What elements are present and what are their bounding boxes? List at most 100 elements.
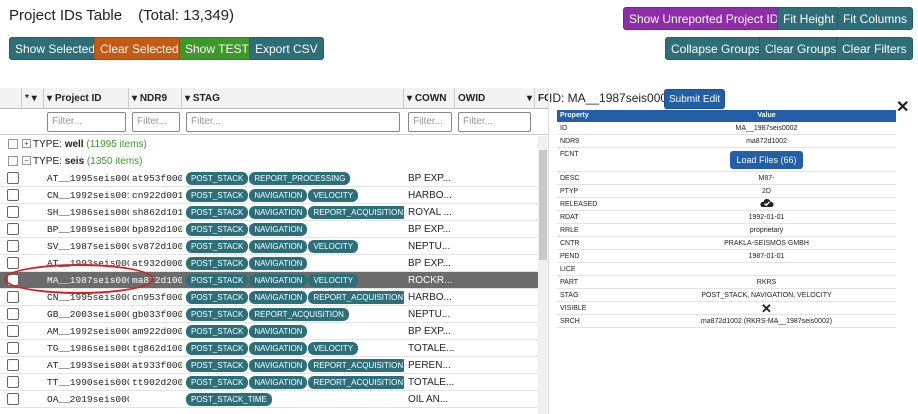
- row-checkbox[interactable]: [7, 172, 19, 184]
- table-row[interactable]: GB__2003seis0001gb033f0001 POST_STACKREPO…: [0, 306, 538, 323]
- export-csv-button[interactable]: Export CSV: [249, 37, 324, 60]
- stag-tag: POST_STACK: [186, 171, 249, 185]
- group-row-well[interactable]: + TYPE: well (11995 items): [0, 136, 538, 153]
- project-id-cell: BP__1989seis0009: [47, 224, 129, 235]
- stag-tag: VELOCITY: [308, 239, 359, 253]
- select-all-header[interactable]: [0, 88, 22, 109]
- owid-header[interactable]: OWID ▾: [455, 88, 535, 109]
- stag-tag: VELOCITY: [308, 273, 359, 287]
- load-files-button[interactable]: Load Files (66): [730, 151, 803, 169]
- table-row[interactable]: SV__1987seis0001sv872d1002 POST_STACKNAVI…: [0, 238, 538, 255]
- expand-icon[interactable]: +: [22, 139, 31, 148]
- group-checkbox[interactable]: [8, 156, 18, 166]
- stag-filter[interactable]: Filter...: [186, 112, 400, 132]
- property-row: PEND 1987-01-01: [557, 250, 896, 263]
- table-row[interactable]: TG__1986seis0001tg862d1001 POST_STACKNAVI…: [0, 340, 538, 357]
- cown-header[interactable]: ▾ COWN: [404, 88, 455, 109]
- row-checkbox[interactable]: [7, 206, 19, 218]
- stag-tag: POST_STACK: [186, 324, 249, 338]
- fc-header[interactable]: FC: [535, 88, 548, 109]
- stag-tag: NAVIGATION: [249, 239, 308, 253]
- clear-filters-button[interactable]: Clear Filters: [836, 37, 913, 60]
- row-checkbox[interactable]: [7, 359, 19, 371]
- group-row-seis[interactable]: − TYPE: seis (1350 items): [0, 153, 538, 170]
- cown-cell: BP EXP...: [408, 224, 451, 235]
- property-value: proprietary: [749, 227, 784, 234]
- property-table: Property Value ID MA__1987seis0002 NDR9 ma8…: [557, 110, 896, 328]
- cloud-check-icon: [759, 198, 773, 207]
- show-test-button[interactable]: Show TEST: [179, 37, 255, 60]
- stag-tag: POST_STACK: [186, 239, 249, 253]
- ndr9-cell: at933f0002: [132, 360, 182, 371]
- stag-tag: POST_STACK: [186, 273, 249, 287]
- ndr9-cell: cn922d0014: [132, 190, 182, 201]
- show-selected-button[interactable]: Show Selected: [9, 37, 102, 60]
- clear-groups-button[interactable]: Clear Groups: [759, 37, 843, 60]
- scrollbar-thumb[interactable]: [539, 150, 547, 260]
- ndr9-header[interactable]: ▾ NDR9: [129, 88, 182, 109]
- owid-filter[interactable]: Filter...: [458, 112, 531, 132]
- row-checkbox[interactable]: [7, 325, 19, 337]
- table-row[interactable]: SH__1986seis0008sh862d1011 POST_STACKNAVI…: [0, 204, 538, 221]
- sort-icon: ▾: [132, 93, 138, 104]
- project-id-filter[interactable]: Filter...: [47, 112, 126, 132]
- table-row[interactable]: AT__1993seis0006at933f0002 POST_STACKNAVI…: [0, 357, 538, 374]
- property-col-header: Property: [560, 112, 589, 119]
- x-mark-icon: ✕: [761, 301, 772, 316]
- table-row[interactable]: OA__2019seis0001 POST_STACK_TIME OIL AN...: [0, 391, 538, 408]
- close-icon[interactable]: ✕: [896, 97, 909, 117]
- ndr9-cell: tg862d1001: [132, 343, 182, 354]
- property-row: SRCH ma872d1002 (RKRS-MA__1987seis0002): [557, 315, 896, 328]
- ndr9-filter[interactable]: Filter...: [132, 112, 180, 132]
- property-value: 1987-01-01: [748, 253, 785, 260]
- cown-filter[interactable]: Filter...: [408, 112, 452, 132]
- stag-cell: POST_STACK NAVIGATION: [186, 221, 404, 238]
- fit-height-button[interactable]: Fit Height: [777, 7, 841, 30]
- project-id-header[interactable]: ▾ Project ID: [44, 88, 129, 109]
- property-row: RRLE proprietary: [557, 224, 896, 237]
- project-id-cell: TT__1990seis0005: [47, 377, 129, 388]
- stag-cell: POST_STACK NAVIGATION REPORT_ACQUISITION: [186, 357, 404, 374]
- group-checkbox[interactable]: [8, 139, 18, 149]
- table-row[interactable]: TT__1990seis0005tt902d2001 POST_STACKNAVI…: [0, 374, 538, 391]
- table-row[interactable]: AT__1995seis0004at953f0002 POST_STACKREPO…: [0, 170, 538, 187]
- stag-tag: NAVIGATION: [249, 188, 308, 202]
- sort-icon: ▾: [47, 93, 53, 104]
- ndr9-cell: am922d0003: [132, 326, 182, 337]
- stag-tag: POST_STACK: [186, 205, 249, 219]
- cown-cell: BP EXP...: [408, 173, 451, 184]
- row-checkbox[interactable]: [7, 291, 19, 303]
- star-column-header[interactable]: * ▾: [22, 88, 44, 109]
- row-checkbox[interactable]: [7, 223, 19, 235]
- table-row[interactable]: AM__1992seis0003am922d0003 POST_STACKNAVI…: [0, 323, 538, 340]
- table-row[interactable]: BP__1989seis0009bp892d1009 POST_STACKNAVI…: [0, 221, 538, 238]
- submit-edit-button[interactable]: Submit Edit: [664, 89, 726, 109]
- filter-row: Filter... Filter... Filter... Filter... …: [0, 109, 548, 135]
- row-checkbox[interactable]: [7, 189, 19, 201]
- fit-columns-button[interactable]: Fit Columns: [837, 7, 914, 30]
- stag-header[interactable]: ▾ STAG: [182, 88, 404, 109]
- property-row: CNTR PRAKLA-SEISMOS GMBH: [557, 237, 896, 250]
- row-checkbox[interactable]: [7, 342, 19, 354]
- clear-selected-button[interactable]: Clear Selected: [94, 37, 185, 60]
- row-checkbox[interactable]: [7, 240, 19, 252]
- collapse-icon[interactable]: −: [22, 156, 31, 165]
- show-unreported-button[interactable]: Show Unreported Project IDs: [623, 7, 791, 30]
- property-key: ID: [560, 125, 567, 132]
- row-checkbox[interactable]: [7, 376, 19, 388]
- group-label: TYPE:: [33, 156, 65, 167]
- page-title: Project IDs Table (Total: 13,349): [9, 7, 234, 24]
- stag-cell: POST_STACK NAVIGATION REPORT_ACQUISITION: [186, 204, 404, 221]
- property-key: PEND: [560, 253, 580, 260]
- property-key: LICE: [560, 266, 576, 273]
- row-checkbox[interactable]: [7, 393, 19, 405]
- property-row: RELEASED: [557, 198, 896, 211]
- group-label: TYPE:: [33, 139, 65, 150]
- collapse-groups-button[interactable]: Collapse Groups: [665, 37, 767, 60]
- row-checkbox[interactable]: [7, 308, 19, 320]
- row-checkbox[interactable]: [7, 257, 19, 269]
- ndr9-cell: sv872d1002: [132, 241, 182, 252]
- table-row[interactable]: CN__1992seis0014cn922d0014 POST_STACKNAVI…: [0, 187, 538, 204]
- project-id-cell: SH__1986seis0008: [47, 207, 129, 218]
- property-value: MA__1987seis0002: [735, 125, 798, 132]
